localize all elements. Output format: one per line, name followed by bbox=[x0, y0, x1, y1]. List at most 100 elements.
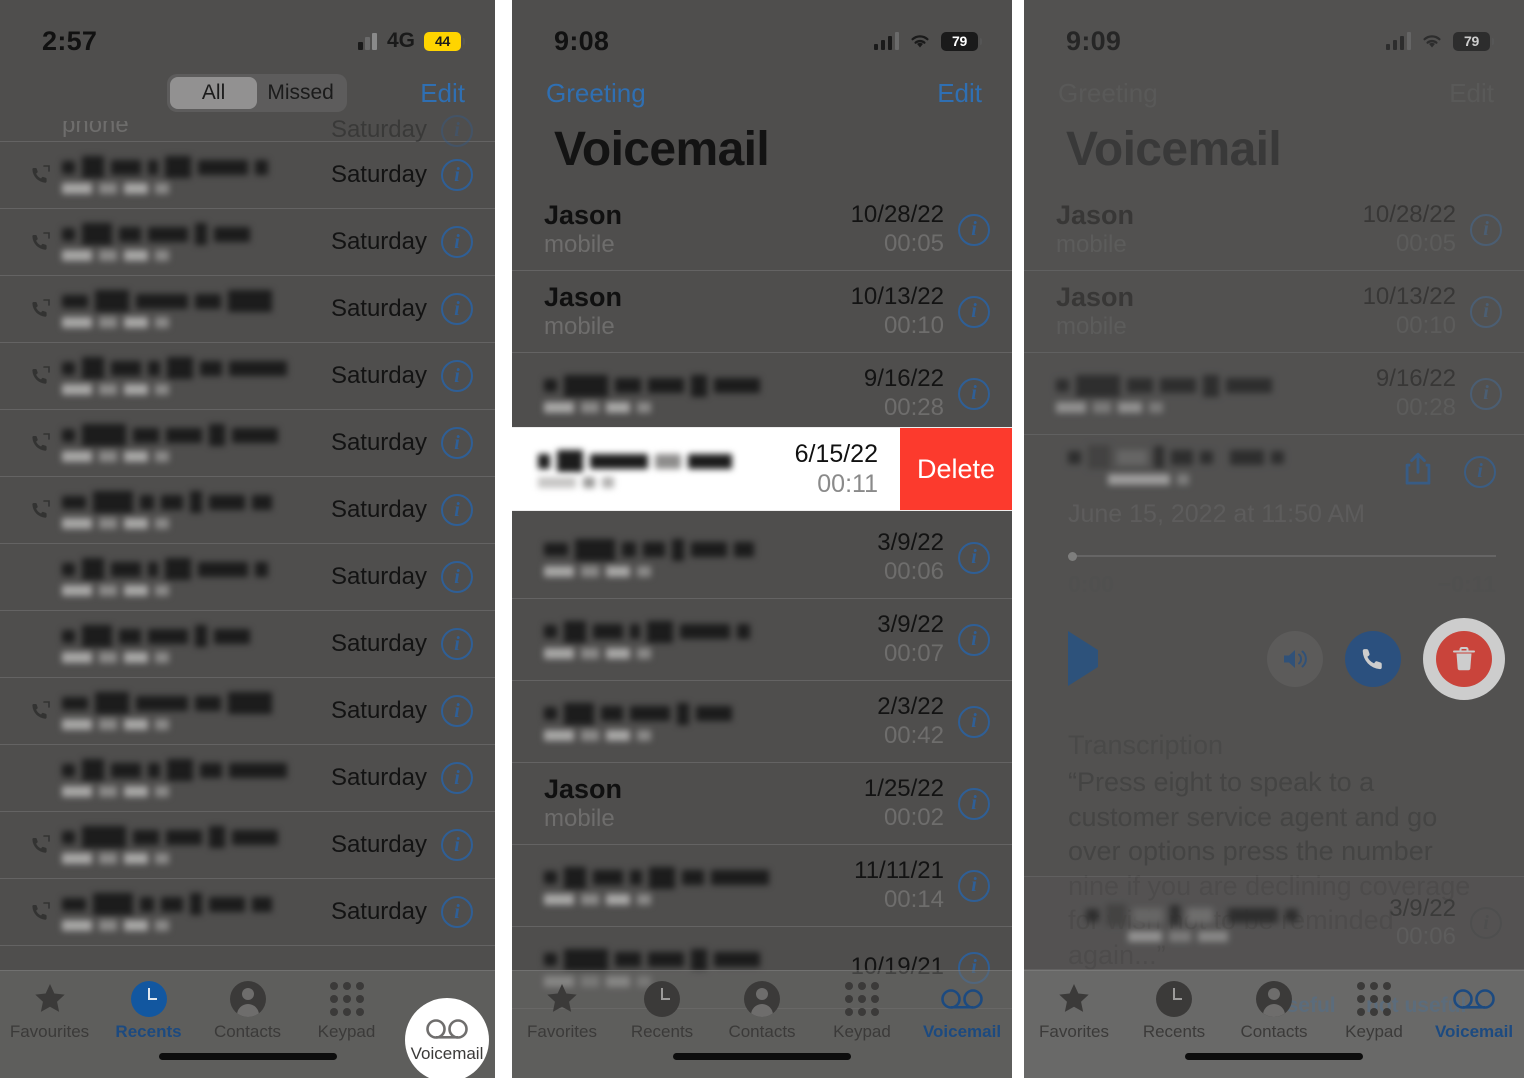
sidebar-item-recents[interactable]: Recents bbox=[612, 981, 712, 1042]
info-icon[interactable]: i bbox=[1470, 377, 1502, 410]
phone-icon[interactable] bbox=[1345, 631, 1401, 687]
info-icon[interactable]: i bbox=[1464, 455, 1496, 488]
sidebar-item-favourites[interactable]: Favourites bbox=[0, 981, 99, 1042]
home-indicator bbox=[158, 1053, 337, 1060]
trash-icon[interactable] bbox=[1436, 631, 1492, 687]
table-row[interactable]: Saturday i bbox=[0, 879, 495, 946]
info-icon[interactable]: i bbox=[441, 829, 473, 861]
info-icon[interactable]: i bbox=[441, 226, 473, 258]
sidebar-item-voicemail[interactable]: Voicemail bbox=[1424, 981, 1524, 1042]
table-row[interactable]: Saturday i bbox=[0, 410, 495, 477]
sidebar-item-recents[interactable]: Recents bbox=[99, 981, 198, 1042]
sidebar-item-keypad[interactable]: Keypad bbox=[1324, 981, 1424, 1042]
redacted-subtitle bbox=[1108, 474, 1402, 485]
greeting-button[interactable]: Greeting bbox=[1058, 78, 1158, 109]
delete-button-highlight[interactable] bbox=[1423, 618, 1505, 700]
info-icon[interactable]: i bbox=[958, 377, 990, 410]
table-row[interactable]: 3/9/22 00:06 i bbox=[1024, 876, 1524, 970]
info-icon[interactable]: i bbox=[441, 159, 473, 191]
table-row[interactable]: Jason mobile 10/28/22 00:05 i bbox=[512, 189, 1012, 271]
info-icon[interactable]: i bbox=[441, 628, 473, 660]
redacted-subtitle bbox=[62, 317, 331, 328]
row-name: Jason bbox=[544, 199, 623, 230]
edit-button-recents[interactable]: Edit bbox=[420, 78, 465, 109]
info-icon[interactable]: i bbox=[441, 695, 473, 727]
sidebar-item-favorites[interactable]: Favorites bbox=[512, 981, 612, 1042]
segment-all[interactable]: All bbox=[170, 77, 258, 109]
row-date: Saturday bbox=[330, 160, 427, 188]
table-row[interactable]: 11/11/21 00:14 i bbox=[512, 845, 1012, 927]
info-icon[interactable]: i bbox=[441, 896, 473, 928]
info-icon[interactable]: i bbox=[958, 623, 990, 656]
table-row[interactable]: Saturday i bbox=[0, 343, 495, 410]
info-icon[interactable]: i bbox=[441, 762, 473, 794]
table-row[interactable]: 2/3/22 00:42 i bbox=[512, 681, 1012, 763]
sidebar-item-keypad[interactable]: Keypad bbox=[812, 981, 912, 1042]
sidebar-item-contacts[interactable]: Contacts bbox=[1224, 981, 1324, 1042]
info-icon[interactable]: i bbox=[958, 869, 990, 902]
table-row[interactable]: Jason mobile 10/28/22 00:05 i bbox=[1024, 189, 1524, 271]
info-icon[interactable]: i bbox=[958, 705, 990, 738]
greeting-button[interactable]: Greeting bbox=[546, 78, 646, 109]
call-arrow-icon bbox=[32, 232, 50, 250]
playback-scrubber[interactable] bbox=[1068, 551, 1496, 561]
share-icon[interactable] bbox=[1402, 451, 1434, 492]
table-row[interactable]: Jason mobile 10/13/22 00:10 i bbox=[512, 271, 1012, 353]
call-type-icon bbox=[26, 364, 56, 388]
speaker-icon[interactable] bbox=[1267, 631, 1323, 687]
sidebar-item-favorites[interactable]: Favorites bbox=[1024, 981, 1124, 1042]
table-row[interactable]: Saturday i bbox=[0, 276, 495, 343]
sidebar-item-keypad[interactable]: Keypad bbox=[297, 981, 396, 1042]
info-icon[interactable]: i bbox=[441, 293, 473, 325]
person-icon bbox=[1256, 981, 1292, 1017]
tab-label-highlighted: Voicemail bbox=[410, 1043, 484, 1063]
edit-button[interactable]: Edit bbox=[1449, 78, 1494, 109]
remaining-time: −0:11 bbox=[1437, 571, 1496, 597]
redacted-name bbox=[62, 759, 331, 781]
info-icon[interactable]: i bbox=[1470, 295, 1502, 328]
voicemail-tab-highlight[interactable]: Voicemail bbox=[405, 998, 489, 1078]
segment-missed[interactable]: Missed bbox=[257, 77, 344, 109]
table-row[interactable]: Saturday i bbox=[0, 745, 495, 812]
swipe-delete-row[interactable]: 6/15/22 00:11 Delete bbox=[512, 428, 1012, 510]
table-row[interactable]: 9/16/22 00:28 i bbox=[512, 353, 1012, 435]
table-row[interactable]: Saturday i bbox=[0, 142, 495, 209]
table-row[interactable]: Saturday i bbox=[0, 611, 495, 678]
table-row[interactable]: phone Saturday i bbox=[0, 114, 495, 147]
segmented-control[interactable]: All Missed bbox=[94, 74, 420, 112]
info-icon[interactable]: i bbox=[441, 494, 473, 526]
scrubber-knob[interactable] bbox=[1068, 552, 1077, 561]
play-icon[interactable] bbox=[1068, 631, 1098, 686]
table-row[interactable]: Jason mobile 10/13/22 00:10 i bbox=[1024, 271, 1524, 353]
panel-voicemail-list: 9:08 79 Greeting Edit Voicemail Jason mo… bbox=[512, 0, 1012, 1078]
table-row[interactable]: 9/16/22 00:28 i bbox=[1024, 353, 1524, 435]
info-icon[interactable]: i bbox=[958, 295, 990, 328]
row-date: Saturday bbox=[330, 227, 427, 255]
edit-button[interactable]: Edit bbox=[937, 78, 982, 109]
info-icon[interactable]: i bbox=[958, 213, 990, 246]
info-icon[interactable]: i bbox=[441, 561, 473, 593]
info-icon[interactable]: i bbox=[441, 360, 473, 392]
table-row[interactable]: Saturday i bbox=[0, 678, 495, 745]
sidebar-item-contacts[interactable]: Contacts bbox=[712, 981, 812, 1042]
info-icon[interactable]: i bbox=[958, 787, 990, 820]
info-icon[interactable]: i bbox=[441, 427, 473, 459]
info-icon[interactable]: i bbox=[1470, 213, 1502, 246]
redacted-name bbox=[62, 357, 331, 379]
table-row[interactable]: 3/9/22 00:07 i bbox=[512, 599, 1012, 681]
sidebar-item-contacts[interactable]: Contacts bbox=[198, 981, 297, 1042]
star-icon bbox=[543, 981, 581, 1017]
table-row[interactable]: Saturday i bbox=[0, 209, 495, 276]
table-row[interactable]: Saturday i bbox=[0, 812, 495, 879]
table-row[interactable]: Saturday i bbox=[0, 544, 495, 611]
table-row[interactable]: Jason mobile 1/25/22 00:02 i bbox=[512, 763, 1012, 845]
sidebar-item-voicemail[interactable]: Voicemail bbox=[912, 981, 1012, 1042]
table-row[interactable]: 3/9/22 00:06 i bbox=[512, 517, 1012, 599]
info-icon[interactable]: i bbox=[1470, 907, 1502, 939]
table-row[interactable]: Saturday i bbox=[0, 477, 495, 544]
row-duration: 00:07 bbox=[883, 639, 944, 667]
delete-button[interactable]: Delete bbox=[900, 428, 1012, 510]
info-icon[interactable]: i bbox=[958, 541, 990, 574]
row-duration: 00:02 bbox=[883, 803, 944, 831]
sidebar-item-recents[interactable]: Recents bbox=[1124, 981, 1224, 1042]
